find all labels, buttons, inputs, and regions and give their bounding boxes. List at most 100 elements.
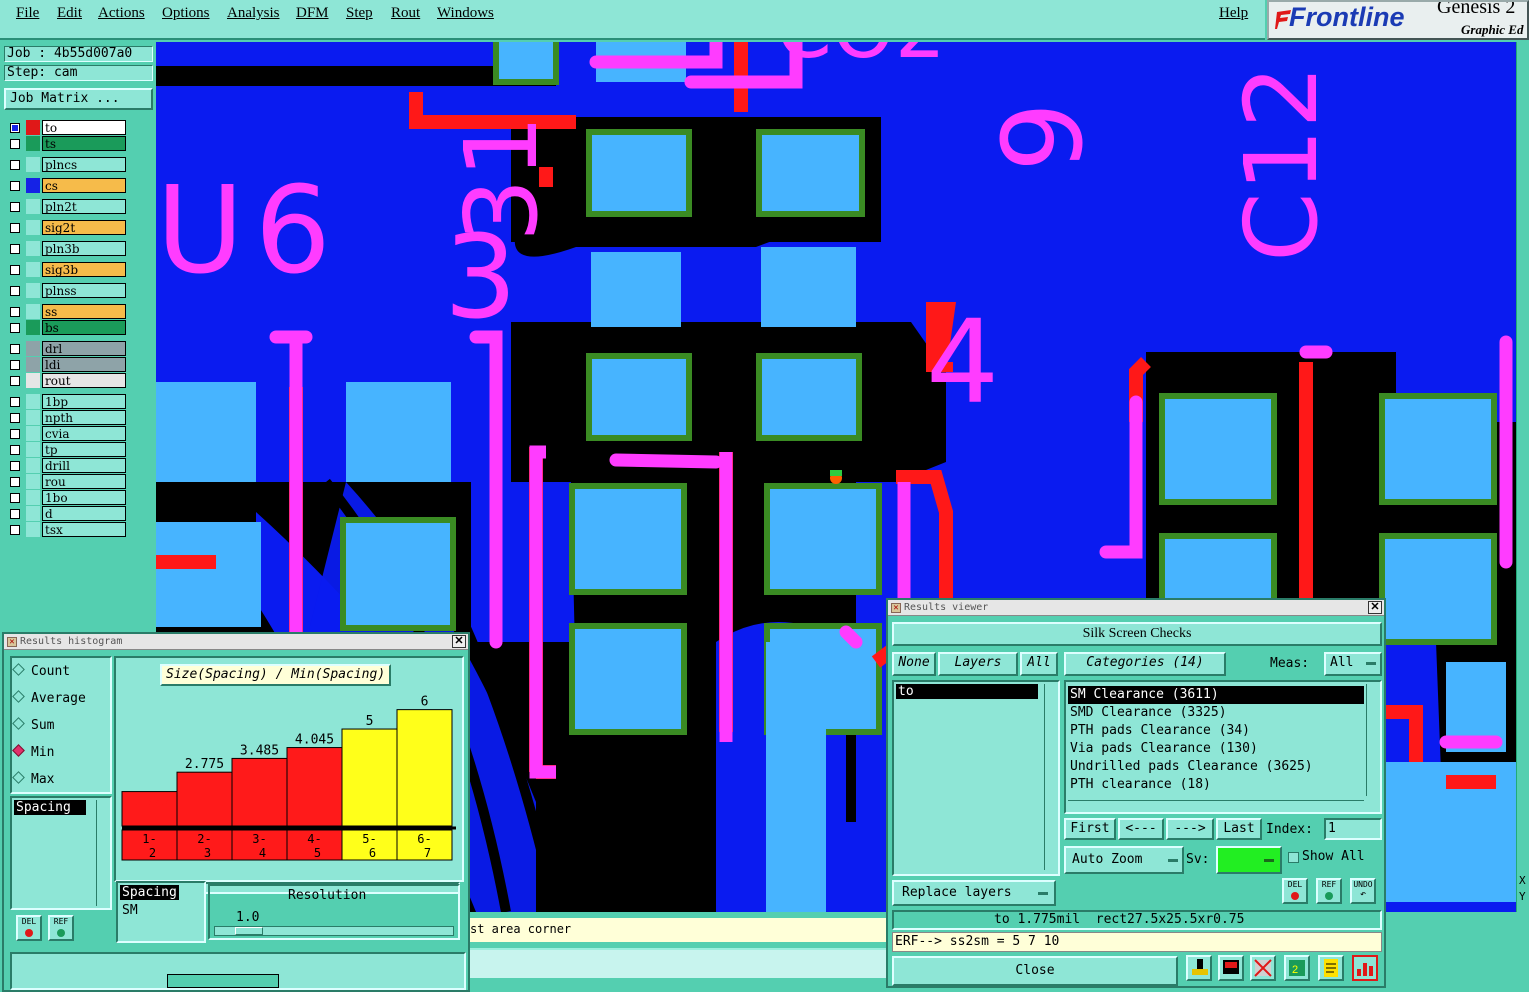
layer-checkbox[interactable] [10,181,20,191]
layer-checkbox[interactable] [10,525,20,535]
layer-color-swatch[interactable] [26,241,40,256]
layer-name[interactable]: ts [42,136,126,151]
layer-checkbox[interactable] [10,307,20,317]
layer-color-swatch[interactable] [26,506,40,521]
layer-checkbox[interactable] [10,397,20,407]
layer-row-pln3b[interactable]: pln3b [6,241,126,256]
layer-color-swatch[interactable] [26,283,40,298]
layer-checkbox[interactable] [10,429,20,439]
category-item[interactable]: Undrilled pads Clearance (3625) [1068,758,1364,776]
layer-name[interactable]: bs [42,320,126,335]
layer-color-swatch[interactable] [26,373,40,388]
layer-name[interactable]: to [42,120,126,135]
layer-checkbox[interactable] [10,223,20,233]
layer-row-rou[interactable]: rou [6,474,126,489]
layer-name[interactable]: sig2t [42,220,126,235]
layer-name[interactable]: tp [42,442,126,457]
viewer-ref-button[interactable]: REF [1316,878,1342,904]
layer-color-swatch[interactable] [26,394,40,409]
unit-list-selected[interactable]: Spacing [120,885,179,900]
categories-hscrollbar[interactable] [1068,800,1364,810]
layer-color-swatch[interactable] [26,199,40,214]
layer-checkbox[interactable] [10,265,20,275]
meas-dropdown[interactable]: All [1324,652,1382,676]
mode-radio-max[interactable]: Max [12,770,54,790]
hist-del-button[interactable]: DEL [16,915,42,941]
histogram-bar[interactable] [176,771,233,827]
layers-none-button[interactable]: None [892,652,936,676]
menu-edit[interactable]: Edit [57,5,82,22]
layer-checkbox[interactable] [10,376,20,386]
menu-dfm[interactable]: DFM [296,5,329,22]
category-item[interactable]: Via pads Clearance (130) [1068,740,1364,758]
last-button[interactable]: Last [1216,818,1262,840]
layer-name[interactable]: cs [42,178,126,193]
replace-layers-dropdown[interactable]: Replace layers [892,880,1056,906]
layer-color-swatch[interactable] [26,474,40,489]
layer-view-icon[interactable] [1218,955,1244,981]
histogram-bar[interactable] [231,757,288,827]
layer-checkbox[interactable] [10,139,20,149]
histogram-bar[interactable] [341,728,398,827]
layer-checkbox[interactable] [10,160,20,170]
layer-row-sig3b[interactable]: sig3b [6,262,126,277]
layer-row-tp[interactable]: tp [6,442,126,457]
layers-all-button[interactable]: All [1020,652,1058,676]
layer-color-swatch[interactable] [26,410,40,425]
layer-checkbox[interactable] [10,244,20,254]
histogram-bar[interactable] [396,709,453,827]
histogram-bar[interactable] [286,747,343,827]
layer-name[interactable]: ss [42,304,126,319]
layer-name[interactable]: d [42,506,126,521]
unit-list[interactable]: Spacing SM [116,881,206,943]
hist-ref-button[interactable]: REF [48,915,74,941]
category-item[interactable]: SMD Clearance (3325) [1068,704,1364,722]
resolution-slider-thumb[interactable] [235,927,263,935]
resolution-slider[interactable] [214,926,454,936]
mode-radio-average[interactable]: Average [12,689,86,709]
menu-file[interactable]: File [16,5,39,22]
layer-row-drill[interactable]: drill [6,458,126,473]
unit-list-item[interactable]: SM [122,903,138,918]
close-icon[interactable]: ✕ [452,635,466,648]
layer-color-swatch[interactable] [26,357,40,372]
index-input[interactable]: 1 [1324,818,1382,840]
layer-row-ldi[interactable]: ldi [6,357,126,372]
layer-row-ts[interactable]: ts [6,136,126,151]
measure-list-item[interactable]: Spacing [14,800,86,815]
layer-row-npth[interactable]: npth [6,410,126,425]
menu-windows[interactable]: Windows [437,5,494,22]
severity-dropdown[interactable] [1216,846,1282,874]
auto-zoom-dropdown[interactable]: Auto Zoom [1064,846,1184,874]
layer-row-bs[interactable]: bs [6,320,126,335]
marker-tool-icon[interactable]: 2 [1284,955,1310,981]
layer-row-d[interactable]: d [6,506,126,521]
menu-options[interactable]: Options [162,5,210,22]
menu-help[interactable]: Help [1219,5,1248,22]
close-icon[interactable]: ✕ [1368,601,1382,614]
mode-radio-min[interactable]: Min [12,743,54,763]
categories-vscrollbar[interactable] [1366,684,1378,796]
menu-analysis[interactable]: Analysis [227,5,280,22]
next-button[interactable]: ---> [1166,818,1214,840]
layer-row-1bo[interactable]: 1bo [6,490,126,505]
layer-color-swatch[interactable] [26,157,40,172]
layer-color-swatch[interactable] [26,220,40,235]
report-icon[interactable] [1318,955,1344,981]
layer-checkbox[interactable] [10,461,20,471]
layer-row-sig2t[interactable]: sig2t [6,220,126,235]
layer-name[interactable]: pln2t [42,199,126,214]
layer-row-ss[interactable]: ss [6,304,126,319]
measure-list[interactable]: Spacing [10,796,112,910]
histogram-icon[interactable] [1352,955,1378,981]
menu-rout[interactable]: Rout [391,5,420,22]
layer-name[interactable]: tsx [42,522,126,537]
viewer-del-button[interactable]: DEL [1282,878,1308,904]
layer-row-plnss[interactable]: plnss [6,283,126,298]
menu-step[interactable]: Step [346,5,373,22]
layer-name[interactable]: drill [42,458,126,473]
viewer-undo-button[interactable]: UNDO ↶ [1350,878,1376,904]
layer-name[interactable]: npth [42,410,126,425]
layer-color-swatch[interactable] [26,458,40,473]
layer-color-swatch[interactable] [26,304,40,319]
